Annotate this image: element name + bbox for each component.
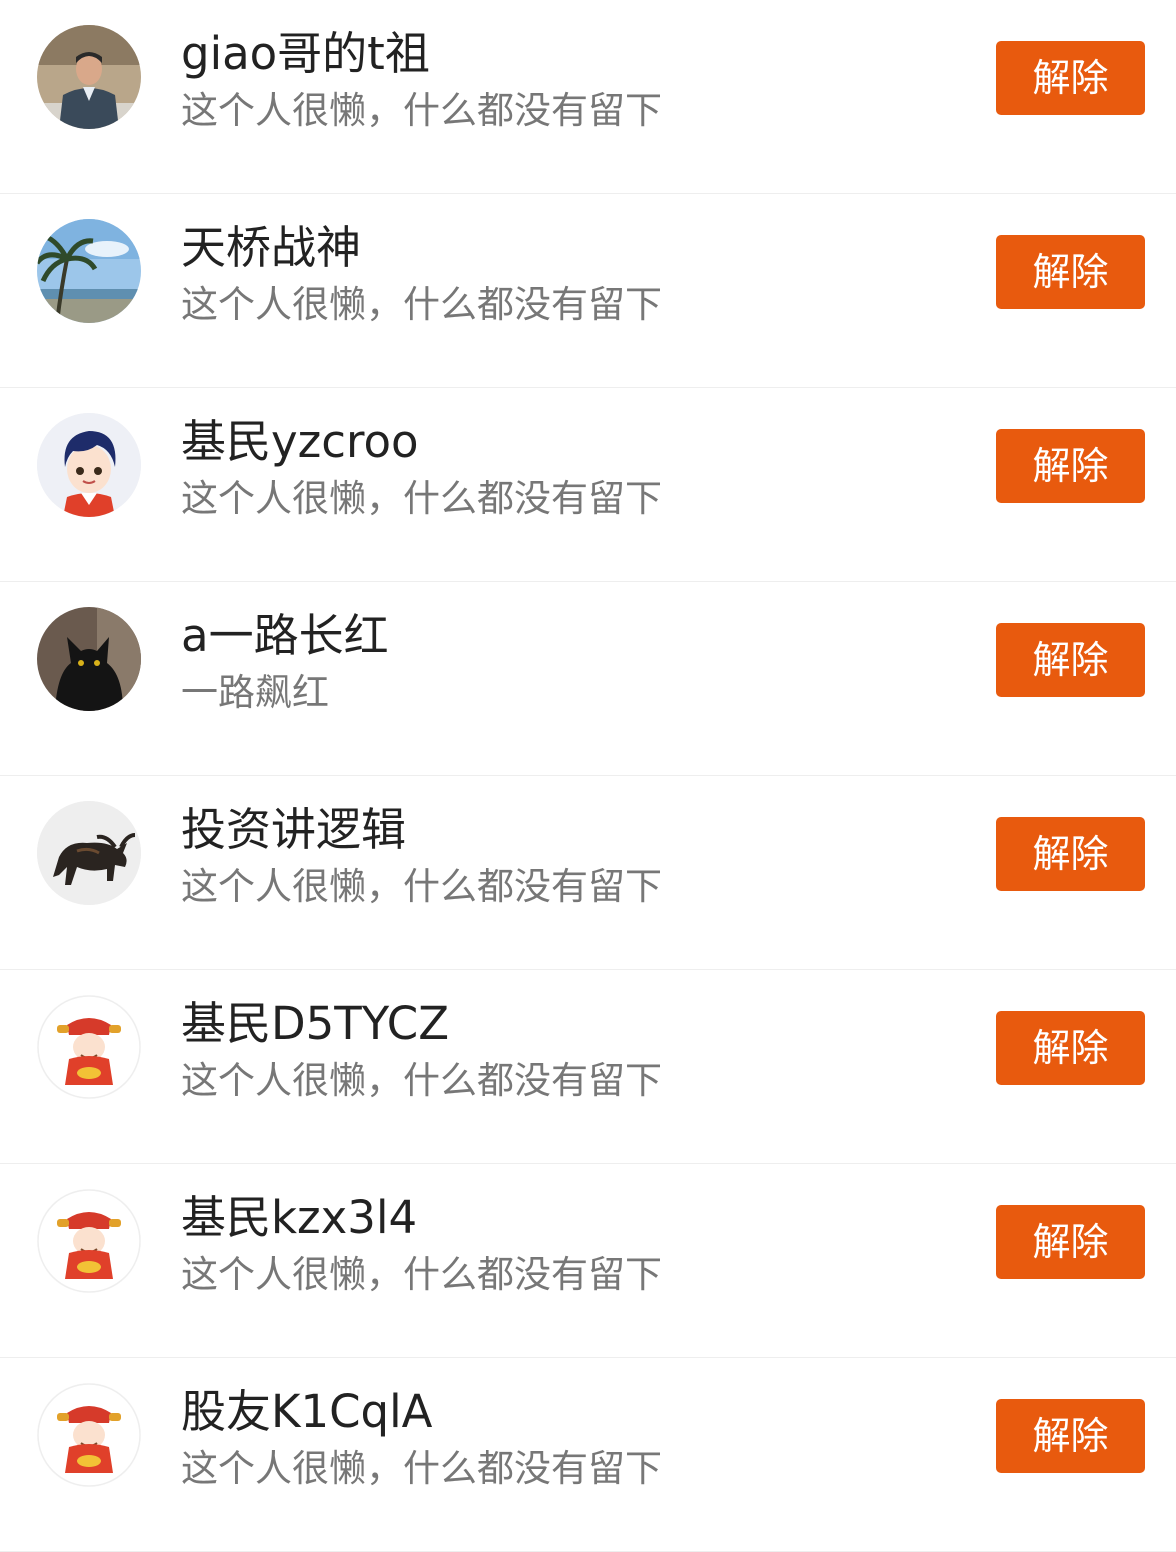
list-item[interactable]: 基民yzcroo 这个人很懒，什么都没有留下 解除	[0, 388, 1176, 582]
user-name: 股友K1CqlA	[181, 1385, 433, 1438]
unblock-button[interactable]: 解除	[996, 1205, 1145, 1279]
unblock-button[interactable]: 解除	[996, 817, 1145, 891]
avatar[interactable]	[37, 1383, 141, 1487]
user-bio: 这个人很懒，什么都没有留下	[181, 477, 662, 520]
user-bio: 这个人很懒，什么都没有留下	[181, 1059, 662, 1102]
black-cat-photo-icon	[37, 607, 141, 711]
list-item[interactable]: 基民kzx3l4 这个人很懒，什么都没有留下 解除	[0, 1164, 1176, 1358]
man-in-suit-photo-icon	[37, 25, 141, 129]
user-bio: 一路飙红	[181, 671, 329, 714]
user-name: 投资讲逻辑	[181, 803, 407, 856]
unblock-button[interactable]: 解除	[996, 1011, 1145, 1085]
user-name: 基民yzcroo	[181, 415, 419, 468]
blocked-users-list: giao哥的t祖 这个人很懒，什么都没有留下 解除 天桥战神 这个人很懒，什么都…	[0, 0, 1176, 1552]
list-item[interactable]: a一路长红 一路飙红 解除	[0, 582, 1176, 776]
cartoon-boy-avatar-icon	[37, 413, 141, 517]
list-item[interactable]: giao哥的t祖 这个人很懒，什么都没有留下 解除	[0, 0, 1176, 194]
unblock-button[interactable]: 解除	[996, 41, 1145, 115]
user-bio: 这个人很懒，什么都没有留下	[181, 283, 662, 326]
god-of-wealth-icon	[37, 1189, 141, 1293]
user-name: 基民D5TYCZ	[181, 997, 450, 1050]
user-name: a一路长红	[181, 609, 389, 662]
avatar[interactable]	[37, 995, 141, 1099]
avatar[interactable]	[37, 25, 141, 129]
avatar[interactable]	[37, 607, 141, 711]
user-bio: 这个人很懒，什么都没有留下	[181, 865, 662, 908]
user-bio: 这个人很懒，什么都没有留下	[181, 1447, 662, 1490]
palm-tree-beach-photo-icon	[37, 219, 141, 323]
user-bio: 这个人很懒，什么都没有留下	[181, 89, 662, 132]
user-name: 天桥战神	[181, 221, 362, 274]
avatar[interactable]	[37, 219, 141, 323]
avatar[interactable]	[37, 801, 141, 905]
bull-statue-icon	[37, 801, 141, 905]
list-item[interactable]: 基民D5TYCZ 这个人很懒，什么都没有留下 解除	[0, 970, 1176, 1164]
user-name: giao哥的t祖	[181, 27, 430, 80]
avatar[interactable]	[37, 413, 141, 517]
unblock-button[interactable]: 解除	[996, 623, 1145, 697]
unblock-button[interactable]: 解除	[996, 1399, 1145, 1473]
user-bio: 这个人很懒，什么都没有留下	[181, 1253, 662, 1296]
list-item[interactable]: 投资讲逻辑 这个人很懒，什么都没有留下 解除	[0, 776, 1176, 970]
avatar[interactable]	[37, 1189, 141, 1293]
unblock-button[interactable]: 解除	[996, 235, 1145, 309]
list-item[interactable]: 股友K1CqlA 这个人很懒，什么都没有留下 解除	[0, 1358, 1176, 1552]
user-name: 基民kzx3l4	[181, 1191, 418, 1244]
god-of-wealth-icon	[37, 995, 141, 1099]
list-item[interactable]: 天桥战神 这个人很懒，什么都没有留下 解除	[0, 194, 1176, 388]
unblock-button[interactable]: 解除	[996, 429, 1145, 503]
god-of-wealth-icon	[37, 1383, 141, 1487]
